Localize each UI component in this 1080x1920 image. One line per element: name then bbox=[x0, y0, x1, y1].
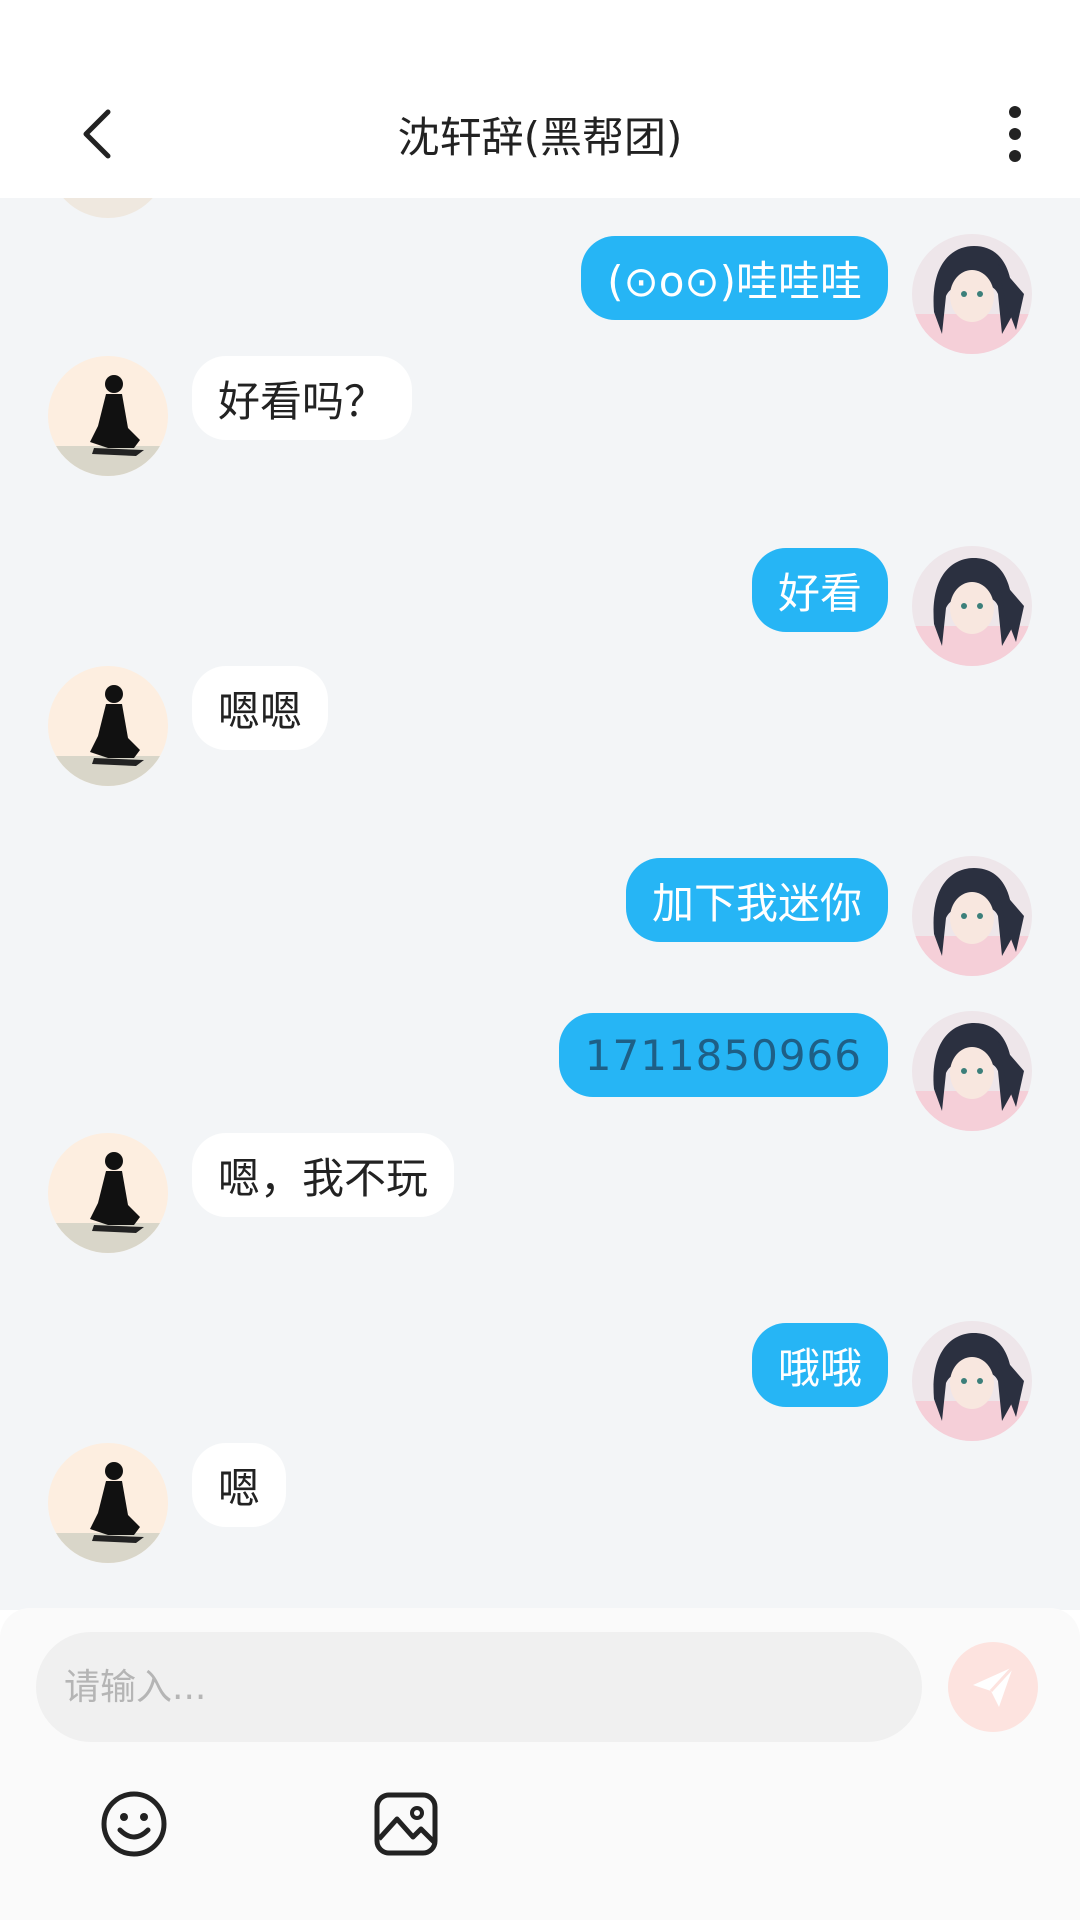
message-list[interactable]: (⊙o⊙)哇哇哇 好看吗？ 好看 嗯嗯 加下我迷你 1711850966 嗯，我… bbox=[0, 198, 1080, 1610]
message-bubble-outgoing[interactable]: 哦哦 bbox=[751, 1323, 888, 1407]
message-row: 好看吗？ bbox=[0, 356, 1080, 476]
contact-avatar[interactable] bbox=[48, 666, 168, 786]
my-avatar[interactable] bbox=[912, 546, 1032, 666]
send-button[interactable] bbox=[948, 1642, 1038, 1732]
chevron-left-icon bbox=[83, 109, 111, 159]
avatar bbox=[48, 198, 168, 218]
message-row: 嗯 bbox=[0, 1443, 1080, 1563]
my-avatar[interactable] bbox=[912, 1011, 1032, 1131]
message-row: 嗯嗯 bbox=[0, 666, 1080, 786]
chat-screen: 沈轩辞(黑帮团) (⊙o⊙)哇哇哇 好看吗？ 好看 嗯嗯 加下我迷你 17118… bbox=[0, 0, 1080, 1920]
chat-header: 沈轩辞(黑帮团) bbox=[0, 70, 1080, 198]
contact-avatar[interactable] bbox=[48, 1133, 168, 1253]
message-row: 加下我迷你 bbox=[0, 856, 1080, 978]
emoji-button[interactable] bbox=[98, 1788, 170, 1860]
message-bubble-incoming[interactable]: 嗯嗯 bbox=[192, 666, 329, 750]
message-bubble-incoming[interactable]: 嗯 bbox=[192, 1443, 287, 1527]
message-bubble-outgoing[interactable]: 加下我迷你 bbox=[625, 858, 888, 942]
message-bubble-incoming[interactable]: 嗯，我不玩 bbox=[192, 1133, 455, 1217]
message-bubble-incoming[interactable]: 好看吗？ bbox=[192, 356, 413, 440]
send-icon bbox=[973, 1665, 1015, 1707]
emoji-icon bbox=[101, 1791, 167, 1857]
image-icon bbox=[374, 1792, 438, 1856]
contact-avatar[interactable] bbox=[48, 1443, 168, 1563]
back-button[interactable] bbox=[58, 94, 138, 174]
contact-avatar[interactable] bbox=[48, 356, 168, 476]
message-input[interactable] bbox=[36, 1632, 922, 1742]
image-button[interactable] bbox=[370, 1788, 442, 1860]
my-avatar[interactable] bbox=[912, 1321, 1032, 1441]
message-row: 哦哦 bbox=[0, 1321, 1080, 1443]
message-row: (⊙o⊙)哇哇哇 bbox=[0, 234, 1080, 356]
my-avatar[interactable] bbox=[912, 856, 1032, 976]
my-avatar[interactable] bbox=[912, 234, 1032, 354]
status-bar bbox=[0, 0, 1080, 70]
message-composer bbox=[0, 1608, 1080, 1920]
message-bubble-outgoing[interactable]: 好看 bbox=[751, 548, 888, 632]
message-bubble-outgoing[interactable]: 1711850966 bbox=[558, 1013, 888, 1097]
message-bubble-outgoing[interactable]: (⊙o⊙)哇哇哇 bbox=[581, 236, 888, 320]
message-row: 好看 bbox=[0, 546, 1080, 668]
message-row: 1711850966 bbox=[0, 1011, 1080, 1133]
chat-title: 沈轩辞(黑帮团) bbox=[397, 112, 683, 162]
message-row: 嗯，我不玩 bbox=[0, 1133, 1080, 1253]
more-vertical-icon bbox=[1009, 106, 1021, 162]
more-options-button[interactable] bbox=[975, 94, 1055, 174]
